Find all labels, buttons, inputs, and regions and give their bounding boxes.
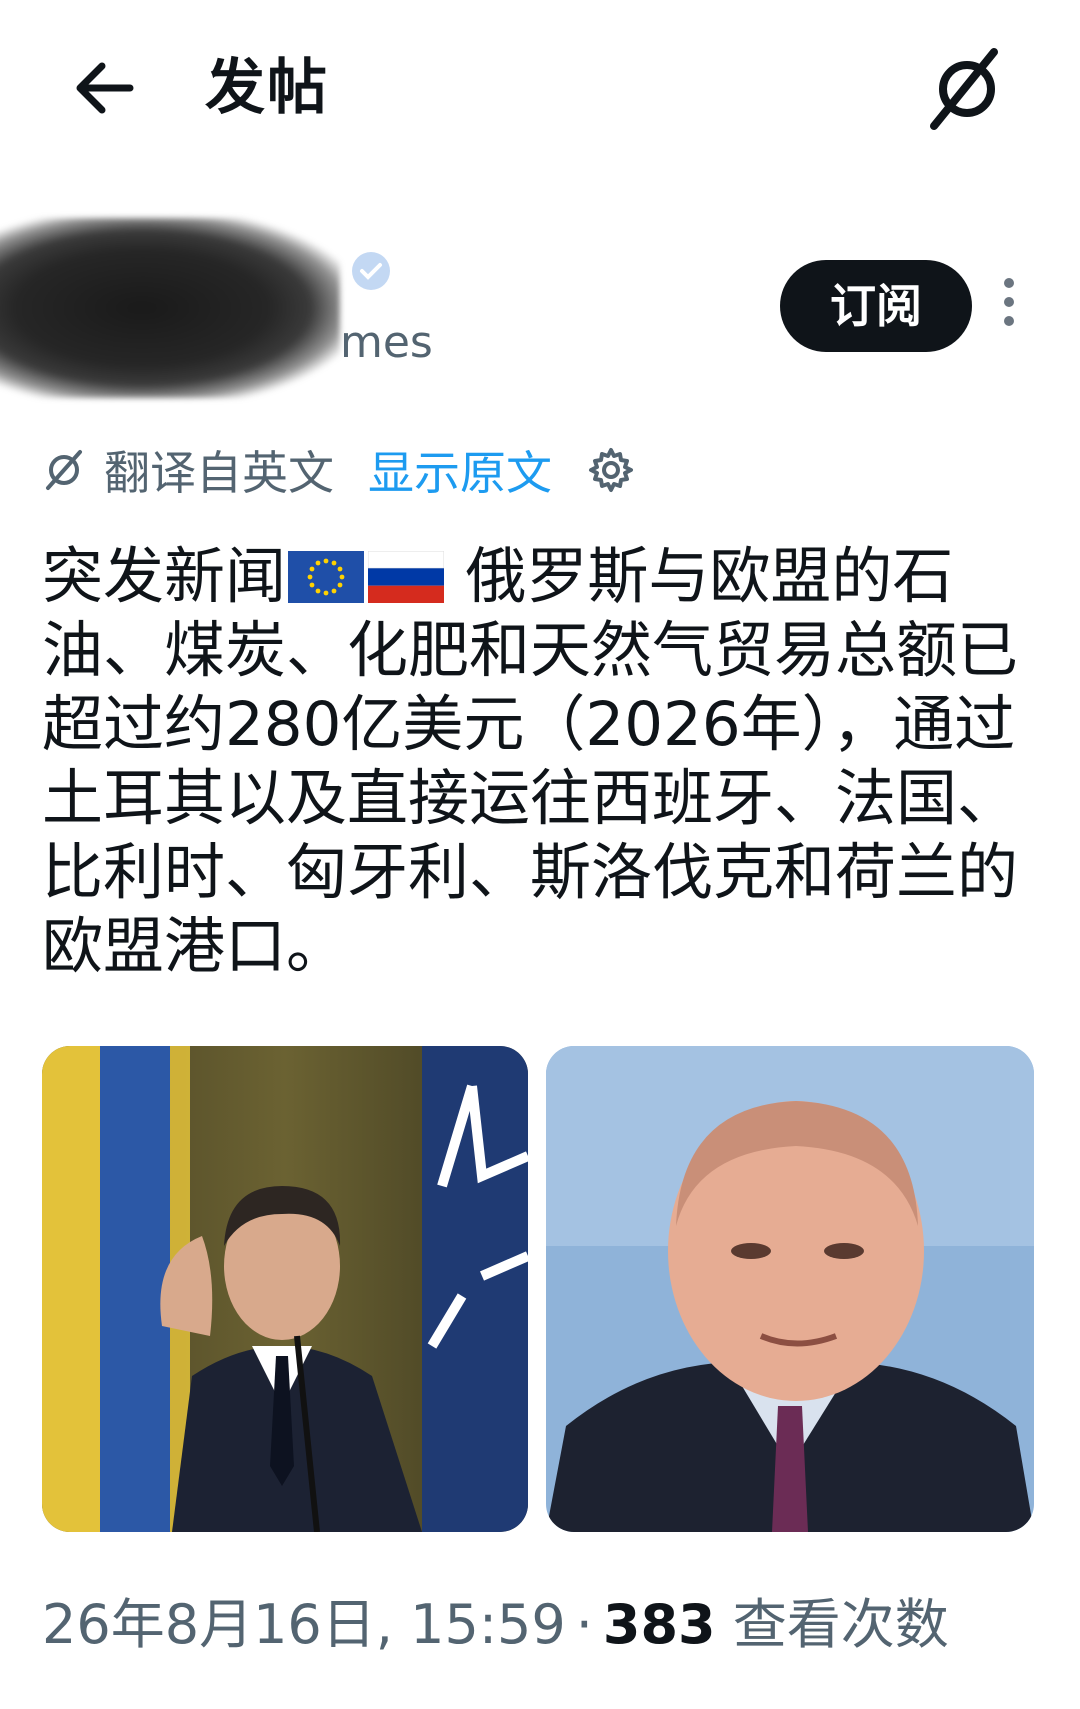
grok-slash-icon (46, 450, 82, 490)
post-prefix: 突发新闻 (42, 541, 287, 612)
meta-separator: · (575, 1593, 593, 1656)
post-text: 突发新闻 俄罗斯与欧盟的石油、煤炭、化肥和天然气贸易总额已超过约280亿美元（2… (42, 540, 1042, 984)
translation-row: 翻译自英文 显示原文 (40, 440, 636, 500)
more-dot (1004, 316, 1014, 326)
eu-flag-icon (288, 551, 365, 603)
views-label: 查看次数 (732, 1593, 949, 1656)
post-timestamp[interactable]: 26年8月16日, 15:59 (42, 1593, 566, 1656)
more-options-button[interactable] (994, 278, 1024, 334)
page-title: 发帖 (205, 53, 329, 123)
more-dot (1004, 278, 1014, 288)
translated-from-label: 翻译自英文 (104, 446, 334, 500)
back-button[interactable] (70, 48, 150, 128)
grok-slash-icon (930, 48, 998, 130)
top-bar: 发帖 (0, 0, 1080, 180)
verified-badge-icon (352, 252, 390, 290)
subscribe-button[interactable]: 订阅 (780, 260, 972, 352)
post-image-left[interactable] (42, 1046, 528, 1532)
photo-smiling-man-portrait (546, 1046, 1034, 1532)
grok-button[interactable] (922, 44, 1012, 134)
author-block[interactable]: mes (0, 215, 480, 405)
russia-flag-icon (368, 551, 445, 603)
more-dot (1004, 297, 1014, 307)
photo-speaker-with-flags (42, 1046, 528, 1532)
author-handle: mes (340, 317, 433, 368)
gear-icon[interactable] (586, 445, 636, 495)
arrow-left-icon (76, 62, 134, 114)
post-image-right[interactable] (546, 1046, 1034, 1532)
post-meta: 26年8月16日, 15:59 · 383 查看次数 (42, 1580, 949, 1659)
views-count: 383 (602, 1593, 716, 1656)
show-original-link[interactable]: 显示原文 (368, 437, 552, 503)
